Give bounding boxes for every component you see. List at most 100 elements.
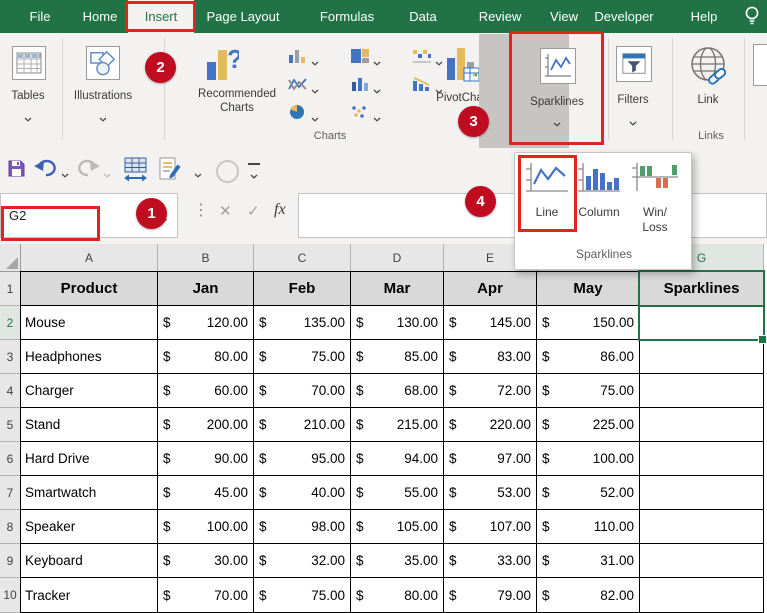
cell-F2[interactable]: $150.00 — [537, 306, 640, 340]
cell-C6[interactable]: $95.00 — [254, 442, 351, 476]
cell-B9[interactable]: $30.00 — [158, 544, 254, 578]
cell-B8[interactable]: $100.00 — [158, 510, 254, 544]
chevron-down-icon[interactable] — [311, 53, 319, 71]
pie-chart-icon[interactable] — [288, 104, 308, 120]
recommended-charts-button[interactable]: Recommended — [198, 88, 276, 100]
sparkline-line-icon[interactable] — [523, 160, 571, 203]
insert-function-fx-icon[interactable]: fx — [274, 201, 286, 219]
cell-G7[interactable] — [640, 476, 764, 510]
tab-home[interactable]: Home — [83, 0, 118, 33]
row-header-4[interactable]: 4 — [0, 374, 21, 408]
cell-A3[interactable]: Headphones — [21, 340, 158, 374]
cell-B4[interactable]: $60.00 — [158, 374, 254, 408]
column-header-D[interactable]: D — [351, 244, 444, 272]
cell-G10[interactable] — [640, 578, 764, 613]
cell-G5[interactable] — [640, 408, 764, 442]
waterfall-chart-icon[interactable] — [412, 48, 432, 64]
cell-E6[interactable]: $97.00 — [444, 442, 537, 476]
clipped-ribbon-button[interactable] — [753, 44, 767, 86]
cell-C9[interactable]: $32.00 — [254, 544, 351, 578]
cell-D4[interactable]: $68.00 — [351, 374, 444, 408]
header-cell-F1[interactable]: May — [537, 272, 640, 306]
chevron-down-icon[interactable] — [311, 109, 319, 127]
tab-review[interactable]: Review — [479, 0, 522, 33]
header-cell-B1[interactable]: Jan — [158, 272, 254, 306]
column-chart-icon[interactable] — [288, 48, 308, 64]
recommended-charts-icon[interactable]: ? — [205, 42, 239, 89]
column-header-C[interactable]: C — [254, 244, 351, 272]
chevron-down-icon[interactable] — [373, 53, 381, 71]
row-header-2[interactable]: 2 — [0, 306, 21, 340]
cell-D5[interactable]: $215.00 — [351, 408, 444, 442]
cell-F10[interactable]: $82.00 — [537, 578, 640, 613]
autofit-column-icon[interactable] — [122, 156, 149, 189]
cell-D10[interactable]: $80.00 — [351, 578, 444, 613]
row-header-5[interactable]: 5 — [0, 408, 21, 442]
cell-G8[interactable] — [640, 510, 764, 544]
redo-icon[interactable] — [76, 159, 100, 182]
tab-page-layout[interactable]: Page Layout — [206, 0, 279, 33]
tab-view[interactable]: View — [550, 0, 578, 33]
cell-C2[interactable]: $135.00 — [254, 306, 351, 340]
cell-E9[interactable]: $33.00 — [444, 544, 537, 578]
combo-chart-icon[interactable] — [412, 76, 432, 92]
scatter-chart-icon[interactable] — [350, 104, 370, 120]
tab-data[interactable]: Data — [409, 0, 436, 33]
chevron-down-icon[interactable] — [435, 53, 443, 71]
cell-C3[interactable]: $75.00 — [254, 340, 351, 374]
cell-A4[interactable]: Charger — [21, 374, 158, 408]
row-header-1[interactable]: 1 — [0, 272, 21, 306]
row-header-7[interactable]: 7 — [0, 476, 21, 510]
header-cell-G1[interactable]: Sparklines — [640, 272, 764, 306]
cell-F3[interactable]: $86.00 — [537, 340, 640, 374]
sparkline-column-icon[interactable] — [575, 160, 623, 203]
cell-A7[interactable]: Smartwatch — [21, 476, 158, 510]
line-chart-icon[interactable] — [288, 76, 308, 92]
illustrations-icon[interactable] — [86, 46, 120, 80]
link-icon[interactable] — [686, 44, 732, 95]
cell-B10[interactable]: $70.00 — [158, 578, 254, 613]
circle-icon[interactable] — [216, 160, 239, 183]
tab-insert[interactable]: Insert — [128, 0, 194, 33]
header-cell-C1[interactable]: Feb — [254, 272, 351, 306]
formula-bar-grip-icon[interactable]: ⋮ — [193, 200, 209, 220]
column-3d-chart-icon[interactable] — [350, 76, 370, 92]
cell-E2[interactable]: $145.00 — [444, 306, 537, 340]
enter-check-icon[interactable]: ✓ — [247, 202, 260, 220]
cell-E4[interactable]: $72.00 — [444, 374, 537, 408]
column-header-B[interactable]: B — [158, 244, 254, 272]
cell-F8[interactable]: $110.00 — [537, 510, 640, 544]
cell-D8[interactable]: $105.00 — [351, 510, 444, 544]
cell-C5[interactable]: $210.00 — [254, 408, 351, 442]
cell-D2[interactable]: $130.00 — [351, 306, 444, 340]
cell-G3[interactable] — [640, 340, 764, 374]
form-edit-icon[interactable] — [158, 156, 182, 187]
cell-A5[interactable]: Stand — [21, 408, 158, 442]
row-header-8[interactable]: 8 — [0, 510, 21, 544]
header-cell-E1[interactable]: Apr — [444, 272, 537, 306]
undo-icon[interactable] — [34, 159, 58, 182]
cell-A8[interactable]: Speaker — [21, 510, 158, 544]
tab-help[interactable]: Help — [691, 0, 718, 33]
cell-E5[interactable]: $220.00 — [444, 408, 537, 442]
cell-F5[interactable]: $225.00 — [537, 408, 640, 442]
filters-button[interactable]: Filters — [617, 94, 648, 106]
flyout-winloss-label[interactable]: Win/ — [643, 205, 667, 219]
chevron-down-icon[interactable] — [373, 109, 381, 127]
tell-me-lightbulb-icon[interactable] — [744, 5, 760, 33]
pivotchart-icon[interactable] — [445, 44, 481, 91]
row-header-10[interactable]: 10 — [0, 578, 21, 613]
undo-dropdown-chevron-icon[interactable] — [61, 165, 69, 183]
chevron-down-icon[interactable] — [373, 81, 381, 99]
cell-G6[interactable] — [640, 442, 764, 476]
cell-E3[interactable]: $83.00 — [444, 340, 537, 374]
cell-D3[interactable]: $85.00 — [351, 340, 444, 374]
illustrations-button[interactable]: Illustrations — [74, 90, 132, 102]
tables-icon[interactable] — [12, 46, 46, 80]
header-cell-D1[interactable]: Mar — [351, 272, 444, 306]
save-icon[interactable] — [7, 159, 26, 183]
customize-qat-icon[interactable] — [248, 163, 260, 184]
cell-G9[interactable] — [640, 544, 764, 578]
cell-A10[interactable]: Tracker — [21, 578, 158, 613]
cell-F6[interactable]: $100.00 — [537, 442, 640, 476]
